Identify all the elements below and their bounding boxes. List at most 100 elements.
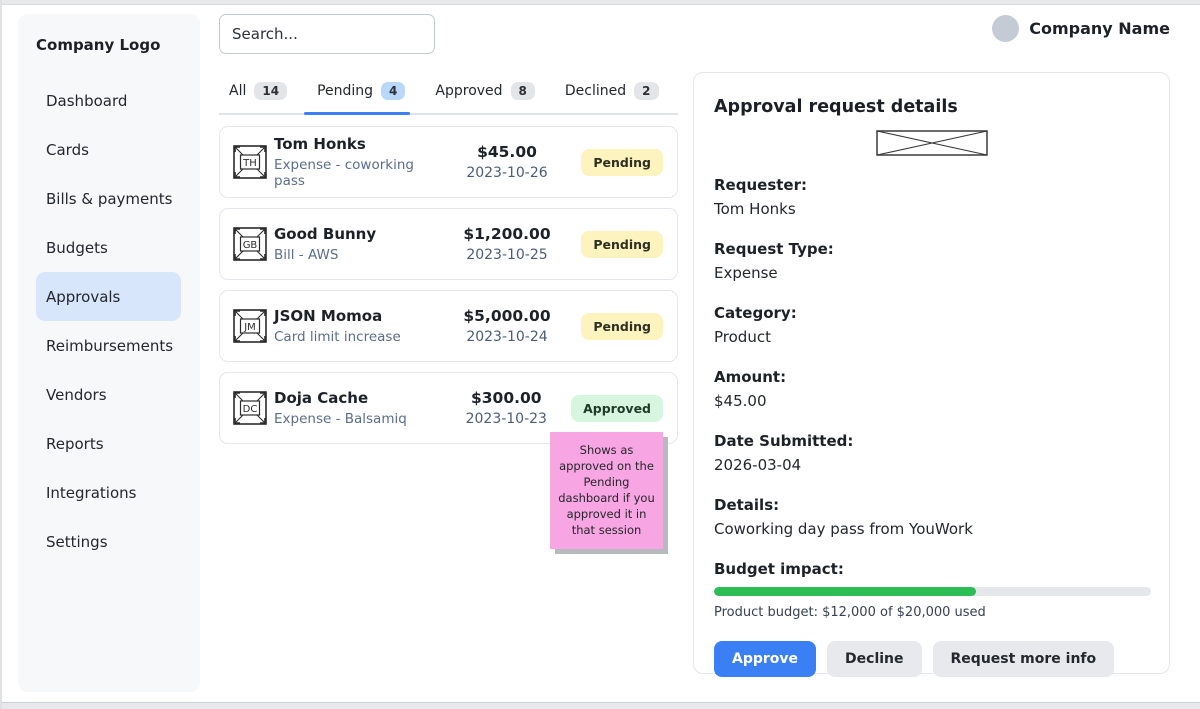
tab-label: All	[229, 83, 246, 99]
status-tab[interactable]: Declined 2	[565, 78, 659, 113]
detail-field: Requester: Tom Honks	[714, 175, 1149, 220]
request-amount: $1,200.00	[442, 225, 572, 243]
requester-name: JSON Momoa	[274, 307, 442, 325]
budget-progress-fill	[714, 587, 976, 596]
sidebar-nav: Dashboard Cards Bills & payments Budgets…	[18, 76, 200, 566]
svg-text:TH: TH	[242, 158, 257, 169]
approval-request-row[interactable]: TH Tom Honks Expense - coworking pass $4…	[219, 126, 678, 198]
detail-field-label: Details:	[714, 495, 1149, 516]
tab-count-badge: 4	[381, 82, 405, 100]
sidebar-item-label: Bills & payments	[46, 190, 172, 208]
sidebar-item-label: Integrations	[46, 484, 136, 502]
window-bottom-edge	[2, 702, 1200, 709]
requester-avatar-placeholder-icon: DC	[232, 390, 268, 426]
detail-field-value: $45.00	[714, 390, 1149, 412]
svg-text:DC: DC	[243, 404, 258, 415]
request-subtitle: Expense - Balsamiq	[274, 411, 441, 427]
requester-avatar-placeholder-icon: TH	[232, 144, 268, 180]
company-logo: Company Logo	[18, 36, 200, 54]
sidebar-item[interactable]: Approvals	[36, 272, 181, 321]
status-badge: Approved	[571, 395, 663, 422]
action-buttons: Approve Decline Request more info	[714, 641, 1149, 677]
sidebar-item-label: Vendors	[46, 386, 107, 404]
sidebar-item[interactable]: Budgets	[36, 223, 181, 272]
detail-field-value: Product	[714, 326, 1149, 348]
request-amount: $45.00	[442, 143, 572, 161]
request-date: 2023-10-23	[441, 411, 571, 427]
status-tab[interactable]: All 14	[229, 78, 287, 113]
sidebar-item[interactable]: Bills & payments	[36, 174, 181, 223]
requester-avatar-placeholder-icon: GB	[232, 226, 268, 262]
request-subtitle: Card limit increase	[274, 329, 442, 345]
detail-field-label: Category:	[714, 303, 1149, 324]
sidebar-item[interactable]: Reports	[36, 419, 181, 468]
budget-caption: Product budget: $12,000 of $20,000 used	[714, 605, 1149, 620]
sidebar: Company Logo Dashboard Cards Bills & pay…	[18, 14, 200, 692]
sidebar-item[interactable]: Reimbursements	[36, 321, 181, 370]
svg-text:GB: GB	[243, 240, 258, 251]
sidebar-item[interactable]: Integrations	[36, 468, 181, 517]
sidebar-item-label: Settings	[46, 533, 108, 551]
account-widget[interactable]: Company Name	[992, 15, 1170, 42]
request-date: 2023-10-26	[442, 165, 572, 181]
status-tab[interactable]: Pending 4	[317, 78, 405, 113]
requester-avatar-placeholder-icon: JM	[232, 308, 268, 344]
sidebar-item[interactable]: Dashboard	[36, 76, 181, 125]
status-tabs: All 14 Pending 4 Approved 8 Declined 2	[219, 78, 678, 115]
detail-field: Amount: $45.00	[714, 367, 1149, 412]
details-title: Approval request details	[714, 97, 1149, 117]
tab-count-badge: 14	[254, 82, 287, 100]
svg-text:JM: JM	[243, 322, 256, 333]
search-input[interactable]	[219, 14, 435, 54]
approval-request-row[interactable]: JM JSON Momoa Card limit increase $5,000…	[219, 290, 678, 362]
detail-field-label: Requester:	[714, 175, 1149, 196]
detail-field-label: Date Submitted:	[714, 431, 1149, 452]
company-name: Company Name	[1029, 19, 1170, 38]
sidebar-item-label: Reimbursements	[46, 337, 173, 355]
detail-field-value: Tom Honks	[714, 198, 1149, 220]
budget-impact-label: Budget impact:	[714, 560, 1149, 578]
detail-field: Details: Coworking day pass from YouWork	[714, 495, 1149, 540]
detail-field: Date Submitted: 2026-03-04	[714, 431, 1149, 476]
detail-field: Request Type: Expense	[714, 239, 1149, 284]
sticky-note: Shows as approved on the Pending dashboa…	[550, 432, 663, 549]
details-fields: Requester: Tom Honks Request Type: Expen…	[714, 175, 1149, 540]
sidebar-item[interactable]: Cards	[36, 125, 181, 174]
request-amount: $5,000.00	[442, 307, 572, 325]
tab-count-badge: 8	[511, 82, 535, 100]
sidebar-item-label: Cards	[46, 141, 89, 159]
requester-name: Doja Cache	[274, 389, 441, 407]
tab-count-badge: 2	[634, 82, 658, 100]
detail-field-value: Expense	[714, 262, 1149, 284]
company-avatar-icon	[992, 15, 1019, 42]
tab-label: Approved	[435, 83, 502, 99]
approval-request-row[interactable]: GB Good Bunny Bill - AWS $1,200.00 2023-…	[219, 208, 678, 280]
app-window: Company Logo Dashboard Cards Bills & pay…	[0, 0, 1200, 709]
request-amount: $300.00	[441, 389, 571, 407]
request-subtitle: Bill - AWS	[274, 247, 442, 263]
status-badge: Pending	[581, 313, 663, 340]
request-date: 2023-10-25	[442, 247, 572, 263]
detail-field: Category: Product	[714, 303, 1149, 348]
requester-name: Good Bunny	[274, 225, 442, 243]
sidebar-item-label: Budgets	[46, 239, 108, 257]
action-button[interactable]: Approve	[714, 641, 816, 677]
request-subtitle: Expense - coworking pass	[274, 157, 442, 189]
sidebar-item[interactable]: Vendors	[36, 370, 181, 419]
sidebar-item[interactable]: Settings	[36, 517, 181, 566]
budget-impact: Budget impact: Product budget: $12,000 o…	[714, 560, 1149, 620]
approval-request-list: TH Tom Honks Expense - coworking pass $4…	[219, 126, 678, 454]
window-top-edge	[2, 0, 1200, 5]
action-button[interactable]: Decline	[827, 641, 921, 677]
sidebar-item-label: Dashboard	[46, 92, 127, 110]
detail-field-value: Coworking day pass from YouWork	[714, 518, 1149, 540]
request-date: 2023-10-24	[442, 329, 572, 345]
approval-details-panel: Approval request details Requester: Tom …	[693, 72, 1170, 674]
detail-field-label: Request Type:	[714, 239, 1149, 260]
budget-progress-bar	[714, 587, 1151, 596]
tab-label: Pending	[317, 83, 373, 99]
action-button[interactable]: Request more info	[933, 641, 1115, 677]
status-tab[interactable]: Approved 8	[435, 78, 535, 113]
sidebar-item-label: Reports	[46, 435, 104, 453]
detail-field-label: Amount:	[714, 367, 1149, 388]
